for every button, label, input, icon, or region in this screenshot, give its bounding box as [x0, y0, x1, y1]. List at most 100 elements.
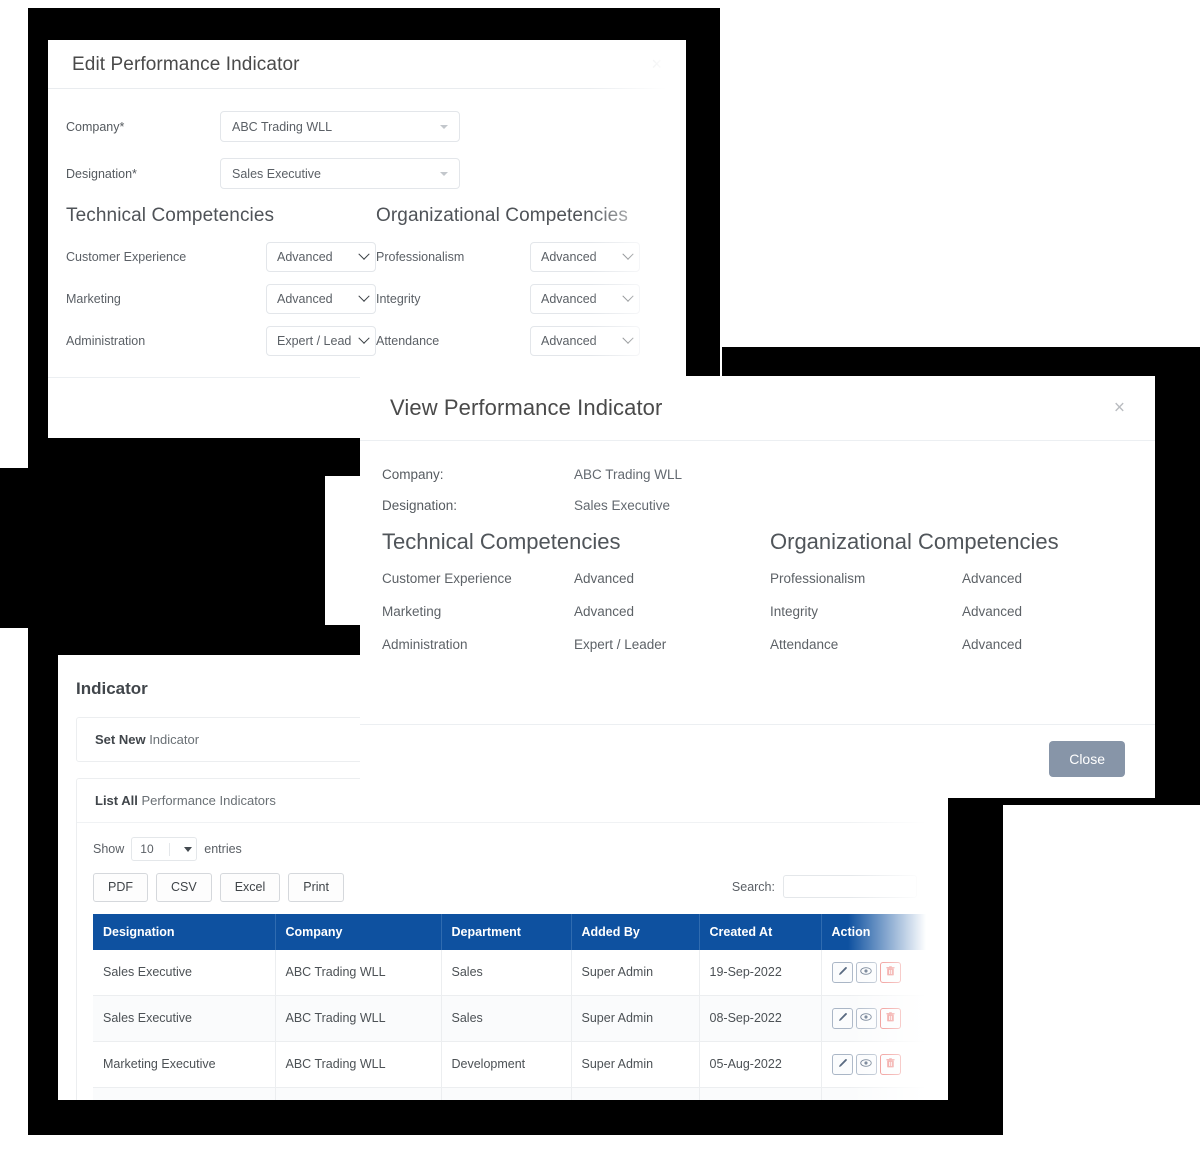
row-view-button[interactable]	[855, 1053, 877, 1075]
edit-icon	[837, 1011, 848, 1026]
cell-department: Sales	[441, 995, 572, 1042]
competency-row: Integrity Advanced	[376, 283, 676, 315]
view-designation-row: Designation: Sales Executive	[382, 498, 1125, 513]
competency-level-value: Advanced	[277, 292, 333, 306]
view-performance-indicator-modal: View Performance Indicator × Company: AB…	[360, 376, 1155, 798]
company-select-value: ABC Trading WLL	[232, 119, 333, 134]
delete-icon	[885, 965, 896, 980]
competency-row: Customer Experience Advanced	[382, 571, 770, 586]
designation-field-row: Designation* Sales Executive	[66, 158, 662, 189]
designation-select[interactable]: Sales Executive	[220, 158, 460, 189]
close-icon[interactable]: ×	[647, 53, 666, 75]
competency-row: Professionalism Advanced	[770, 571, 1155, 586]
competency-name: Attendance	[770, 637, 839, 652]
row-delete-button[interactable]	[879, 1099, 901, 1100]
export-buttons-row: PDF CSV Excel Print Search:	[93, 873, 917, 902]
view-technical-competencies-heading: Technical Competencies	[382, 529, 621, 554]
competency-row: Attendance Advanced	[376, 325, 676, 357]
view-company-label: Company:	[382, 467, 444, 482]
edit-modal-title: Edit Performance Indicator	[72, 53, 300, 75]
search-control: Search:	[732, 875, 917, 898]
view-modal-footer: Close	[360, 724, 1155, 798]
competency-level-value: Advanced	[962, 604, 1023, 619]
row-edit-button[interactable]	[831, 1053, 853, 1075]
view-designation-value: Sales Executive	[574, 498, 671, 513]
cell-company: ABC Trading WLL	[275, 1087, 442, 1100]
competency-level-value: Expert / Lead	[277, 334, 352, 348]
print-button[interactable]: Print	[288, 873, 344, 902]
view-organizational-competencies-heading: Organizational Competencies	[770, 529, 1059, 554]
designation-label: Designation*	[66, 166, 137, 181]
view-company-row: Company: ABC Trading WLL	[382, 467, 1125, 482]
close-button[interactable]: Close	[1049, 741, 1125, 777]
competency-row: Attendance Advanced	[770, 637, 1155, 652]
row-view-button[interactable]	[855, 961, 877, 983]
edit-modal-header: Edit Performance Indicator ×	[48, 40, 686, 89]
edit-icon	[837, 965, 848, 980]
export-csv-button[interactable]: CSV	[156, 873, 212, 902]
column-header-added-by[interactable]: Added By	[571, 913, 700, 950]
table-body: Sales Executive ABC Trading WLL Sales Super…	[93, 949, 929, 1100]
table-row: Sales Executive ABC Trading WLL Sales Super…	[93, 949, 929, 996]
chevron-down-icon	[622, 248, 634, 260]
competency-row: Integrity Advanced	[770, 604, 1155, 619]
row-delete-button[interactable]	[879, 961, 901, 983]
cell-created-at: 19-Sep-2022	[699, 949, 822, 996]
cell-department: Development	[441, 1041, 572, 1088]
row-delete-button[interactable]	[879, 1007, 901, 1029]
list-all-label-strong: List All	[95, 793, 138, 808]
cell-action	[821, 1087, 929, 1100]
edit-modal-body: Company* ABC Trading WLL Designation* Sa…	[48, 89, 686, 373]
entries-per-page-select[interactable]: 10	[131, 837, 198, 861]
cell-company: ABC Trading WLL	[275, 949, 442, 996]
company-field-row: Company* ABC Trading WLL	[66, 111, 662, 142]
row-action-group	[831, 1007, 920, 1029]
delete-icon	[885, 1057, 896, 1072]
row-edit-button[interactable]	[831, 1007, 853, 1029]
column-header-action: Action	[821, 913, 929, 950]
competency-level-select[interactable]: Expert / Lead	[266, 326, 376, 356]
chevron-down-icon	[440, 171, 448, 176]
row-view-button[interactable]	[855, 1099, 877, 1100]
table-header-row: Designation Company Department Added By …	[93, 913, 929, 950]
competency-level-select[interactable]: Advanced	[530, 284, 640, 314]
competency-level-select[interactable]: Advanced	[266, 242, 376, 272]
column-header-department[interactable]: Department	[441, 913, 572, 950]
competency-row: Marketing Advanced	[382, 604, 770, 619]
row-delete-button[interactable]	[879, 1053, 901, 1075]
view-icon	[860, 1011, 872, 1026]
entries-label: entries	[204, 842, 242, 856]
export-pdf-button[interactable]: PDF	[93, 873, 148, 902]
row-edit-button[interactable]	[831, 1099, 853, 1100]
competency-name: Customer Experience	[382, 571, 512, 586]
search-input[interactable]	[783, 875, 917, 898]
competency-level-select[interactable]: Advanced	[266, 284, 376, 314]
competency-name: Marketing	[66, 292, 121, 306]
row-view-button[interactable]	[855, 1007, 877, 1029]
cell-company: ABC Trading WLL	[275, 995, 442, 1042]
column-header-created-at[interactable]: Created At	[699, 913, 822, 950]
company-select[interactable]: ABC Trading WLL	[220, 111, 460, 142]
row-action-group	[831, 961, 920, 983]
select-divider	[169, 842, 171, 856]
competency-level-value: Advanced	[541, 250, 597, 264]
view-modal-body: Company: ABC Trading WLL Designation: Sa…	[360, 441, 1155, 670]
close-icon[interactable]: ×	[1110, 397, 1129, 420]
row-edit-button[interactable]	[831, 961, 853, 983]
edit-competencies-grid: Technical Competencies Customer Experien…	[66, 205, 662, 367]
competency-level-select[interactable]: Advanced	[530, 242, 640, 272]
set-new-indicator-label-rest: Indicator	[145, 732, 200, 747]
export-excel-button[interactable]: Excel	[219, 873, 281, 902]
cell-department: Sales	[441, 949, 572, 996]
list-all-indicators-card: List All Performance Indicators Show 10 …	[76, 778, 934, 1100]
designation-select-value: Sales Executive	[232, 166, 321, 181]
column-header-company[interactable]: Company	[275, 913, 442, 950]
competency-level-select[interactable]: Advanced	[530, 326, 640, 356]
delete-icon	[885, 1011, 896, 1026]
entries-per-page-value: 10	[140, 842, 154, 856]
misc-shadow-plate	[0, 468, 325, 628]
cell-action	[821, 995, 929, 1042]
cell-created-at: 08-Sep-2022	[699, 995, 822, 1042]
competency-level-value: Advanced	[541, 334, 597, 348]
column-header-designation[interactable]: Designation	[93, 913, 276, 950]
